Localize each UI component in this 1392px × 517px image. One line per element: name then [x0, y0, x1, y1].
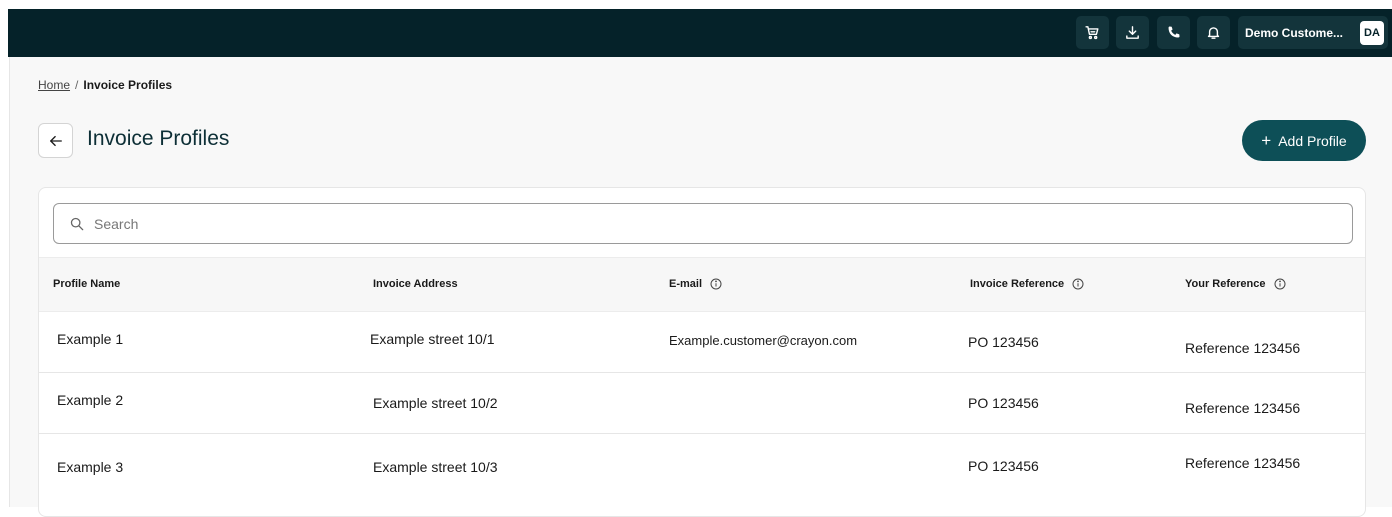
add-profile-label: Add Profile: [1278, 132, 1347, 149]
table-row[interactable]: Example 3 Example street 10/3 PO 123456 …: [39, 434, 1365, 495]
top-navigation-bar: Demo Custome... DA: [8, 9, 1392, 57]
info-icon[interactable]: [710, 278, 722, 290]
cell-invoice-reference: PO 123456: [968, 395, 1039, 411]
download-icon: [1126, 26, 1139, 39]
search-icon: [70, 217, 84, 230]
column-header-profile-name[interactable]: Profile Name: [53, 278, 120, 290]
breadcrumb-home-link[interactable]: Home: [38, 78, 70, 92]
cell-your-reference: Reference 123456: [1185, 340, 1301, 356]
breadcrumb: Home / Invoice Profiles: [38, 78, 172, 92]
breadcrumb-separator: /: [75, 78, 79, 92]
cell-invoice-address: Example street 10/3: [373, 459, 498, 475]
cell-invoice-address: Example street 10/1: [370, 331, 495, 347]
user-name: Demo Custome...: [1245, 25, 1344, 40]
user-menu-button[interactable]: Demo Custome... DA: [1238, 16, 1388, 49]
phone-button[interactable]: [1157, 16, 1190, 49]
download-button[interactable]: [1116, 16, 1149, 49]
cart-button[interactable]: [1076, 16, 1109, 49]
plus-icon: +: [1261, 131, 1272, 150]
cell-your-reference: Reference 123456: [1185, 455, 1301, 471]
cell-profile-name: Example 2: [57, 392, 124, 408]
column-header-invoice-reference[interactable]: Invoice Reference: [970, 278, 1084, 290]
invoice-profiles-card: Profile Name Invoice Address E-mail Invo…: [38, 187, 1366, 517]
table-row[interactable]: Example 2 Example street 10/2 PO 123456 …: [39, 373, 1365, 434]
cell-invoice-address: Example street 10/2: [373, 395, 498, 411]
add-profile-button[interactable]: + Add Profile: [1242, 120, 1366, 161]
table-row[interactable]: Example 1 Example street 10/1 Example.cu…: [39, 312, 1365, 373]
phone-icon: [1168, 26, 1180, 38]
main-content: Home / Invoice Profiles Invoice Profiles…: [10, 57, 1392, 517]
cell-invoice-reference: PO 123456: [968, 458, 1039, 474]
arrow-left-icon: [49, 135, 62, 146]
cell-invoice-reference: PO 123456: [968, 334, 1039, 350]
cell-profile-name: Example 3: [57, 459, 124, 475]
column-header-invoice-address[interactable]: Invoice Address: [373, 278, 458, 290]
avatar: DA: [1360, 21, 1384, 45]
search-input[interactable]: [94, 215, 1294, 232]
cell-profile-name: Example 1: [57, 331, 124, 347]
table-header: Profile Name Invoice Address E-mail Invo…: [39, 257, 1365, 312]
search-box[interactable]: [53, 203, 1353, 244]
page-title: Invoice Profiles: [87, 127, 230, 150]
column-header-your-reference[interactable]: Your Reference: [1185, 278, 1286, 290]
back-button[interactable]: [38, 123, 73, 158]
column-header-email[interactable]: E-mail: [669, 278, 722, 290]
cell-email: Example.customer@crayon.com: [669, 333, 858, 348]
info-icon[interactable]: [1274, 278, 1286, 290]
info-icon[interactable]: [1072, 278, 1084, 290]
notifications-button[interactable]: [1197, 16, 1230, 49]
breadcrumb-current: Invoice Profiles: [83, 78, 173, 92]
cart-icon: [1085, 26, 1099, 40]
cell-your-reference: Reference 123456: [1185, 400, 1301, 416]
bell-icon: [1207, 27, 1220, 39]
